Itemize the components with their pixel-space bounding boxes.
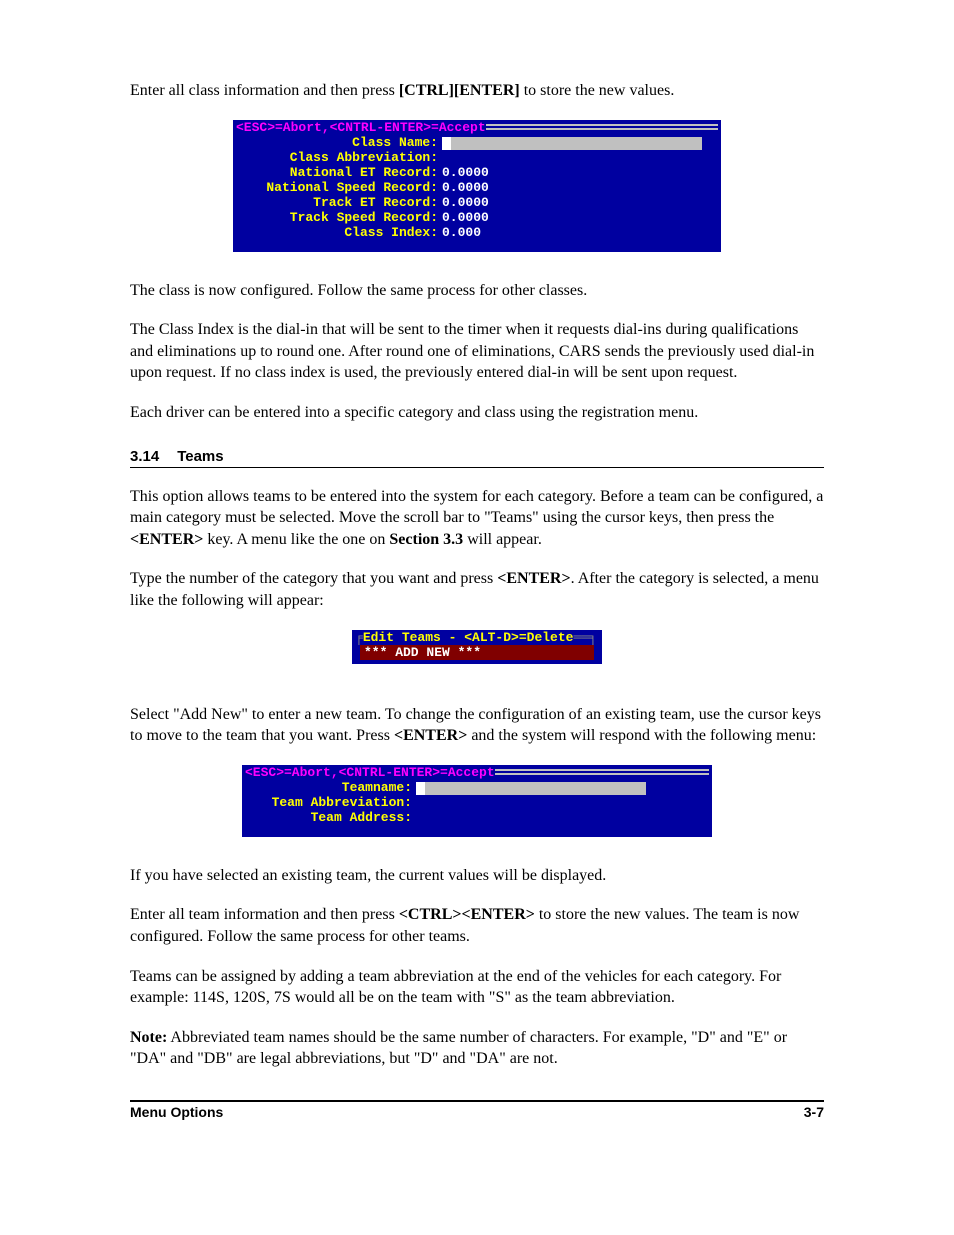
title-text: <ESC>=Abort,<CNTRL-ENTER>=Accept	[245, 765, 495, 780]
section-heading: 3.14 Teams	[130, 448, 824, 468]
footer-right: 3-7	[804, 1104, 824, 1120]
form-row: National ET Record:0.0000	[233, 165, 721, 180]
form-value: 0.000	[442, 225, 481, 240]
text: Type the number of the category that you…	[130, 570, 497, 587]
form-row: Team Abbreviation:	[242, 795, 712, 810]
text: and the system will respond with the fol…	[467, 727, 816, 744]
text: to store the new values.	[520, 82, 675, 99]
form-label: Teamname:	[252, 780, 416, 795]
paragraph-note: Note: Abbreviated team names should be t…	[130, 1027, 824, 1070]
form-value: 0.0000	[442, 165, 489, 180]
text: This option allows teams to be entered i…	[130, 488, 823, 527]
form-row: Class Name:	[233, 135, 721, 150]
class-form-screenshot: <ESC>=Abort,<CNTRL-ENTER>=Accept Class N…	[233, 120, 721, 252]
paragraph: Each driver can be entered into a specif…	[130, 402, 824, 424]
paragraph: Teams can be assigned by adding a team a…	[130, 966, 824, 1009]
paragraph: Type the number of the category that you…	[130, 568, 824, 611]
cursor-icon	[442, 137, 451, 150]
key-combo: <ENTER>	[497, 570, 570, 587]
form-label: Track Speed Record:	[243, 210, 442, 225]
section-ref: Section 3.3	[389, 531, 463, 548]
title-text: <ESC>=Abort,<CNTRL-ENTER>=Accept	[236, 120, 486, 135]
title-line-icon	[495, 769, 709, 775]
key-combo: [CTRL][ENTER]	[399, 82, 520, 99]
section-title: Teams	[177, 448, 223, 465]
paragraph: If you have selected an existing team, t…	[130, 865, 824, 887]
form-label: Track ET Record:	[243, 195, 442, 210]
form-label: National Speed Record:	[243, 180, 442, 195]
form-row: Track ET Record:0.0000	[233, 195, 721, 210]
key-combo: <ENTER>	[394, 727, 467, 744]
form-label: Class Index:	[243, 225, 442, 240]
note-label: Note:	[130, 1029, 167, 1046]
title-text: Edit Teams - <ALT-D>=Delete	[363, 630, 574, 645]
key-combo: <CTRL><ENTER>	[399, 906, 535, 923]
form-label: Class Abbreviation:	[243, 150, 442, 165]
text-input[interactable]	[416, 782, 646, 795]
form-row: Track Speed Record:0.0000	[233, 210, 721, 225]
key-combo: <ENTER>	[130, 531, 203, 548]
title-bar: ╒ Edit Teams - <ALT-D>=Delete══╕	[352, 630, 602, 645]
edit-teams-screenshot: ╒ Edit Teams - <ALT-D>=Delete══╕ *** ADD…	[352, 630, 602, 664]
text: key. A menu like the one on	[203, 531, 389, 548]
paragraph: The class is now configured. Follow the …	[130, 280, 824, 302]
text: Enter all team information and then pres…	[130, 906, 399, 923]
form-value: 0.0000	[442, 180, 489, 195]
text-input[interactable]	[442, 137, 702, 150]
text: Abbreviated team names should be the sam…	[130, 1029, 787, 1068]
add-new-row[interactable]: *** ADD NEW ***	[360, 645, 594, 660]
text: will appear.	[463, 531, 542, 548]
form-label: Class Name:	[243, 135, 442, 150]
form-value: 0.0000	[442, 210, 489, 225]
paragraph: The Class Index is the dial-in that will…	[130, 319, 824, 384]
form-row: Class Abbreviation:	[233, 150, 721, 165]
cursor-icon	[416, 782, 425, 795]
form-label: National ET Record:	[243, 165, 442, 180]
title-bar: <ESC>=Abort,<CNTRL-ENTER>=Accept	[242, 765, 712, 780]
footer-left: Menu Options	[130, 1104, 223, 1120]
form-value: 0.0000	[442, 195, 489, 210]
paragraph-intro: Enter all class information and then pre…	[130, 80, 824, 102]
team-form-screenshot: <ESC>=Abort,<CNTRL-ENTER>=Accept Teamnam…	[242, 765, 712, 837]
paragraph: Select "Add New" to enter a new team. To…	[130, 704, 824, 747]
form-label: Team Address:	[252, 810, 416, 825]
paragraph: This option allows teams to be entered i…	[130, 486, 824, 551]
form-row: Team Address:	[242, 810, 712, 825]
section-number: 3.14	[130, 448, 159, 465]
form-row: Teamname:	[242, 780, 712, 795]
page-footer: Menu Options 3-7	[130, 1100, 824, 1120]
form-label: Team Abbreviation:	[252, 795, 416, 810]
title-bar: <ESC>=Abort,<CNTRL-ENTER>=Accept	[233, 120, 721, 135]
form-row: National Speed Record:0.0000	[233, 180, 721, 195]
form-row: Class Index:0.000	[233, 225, 721, 240]
text: Enter all class information and then pre…	[130, 82, 399, 99]
paragraph: Enter all team information and then pres…	[130, 904, 824, 947]
title-line-icon	[486, 124, 718, 130]
